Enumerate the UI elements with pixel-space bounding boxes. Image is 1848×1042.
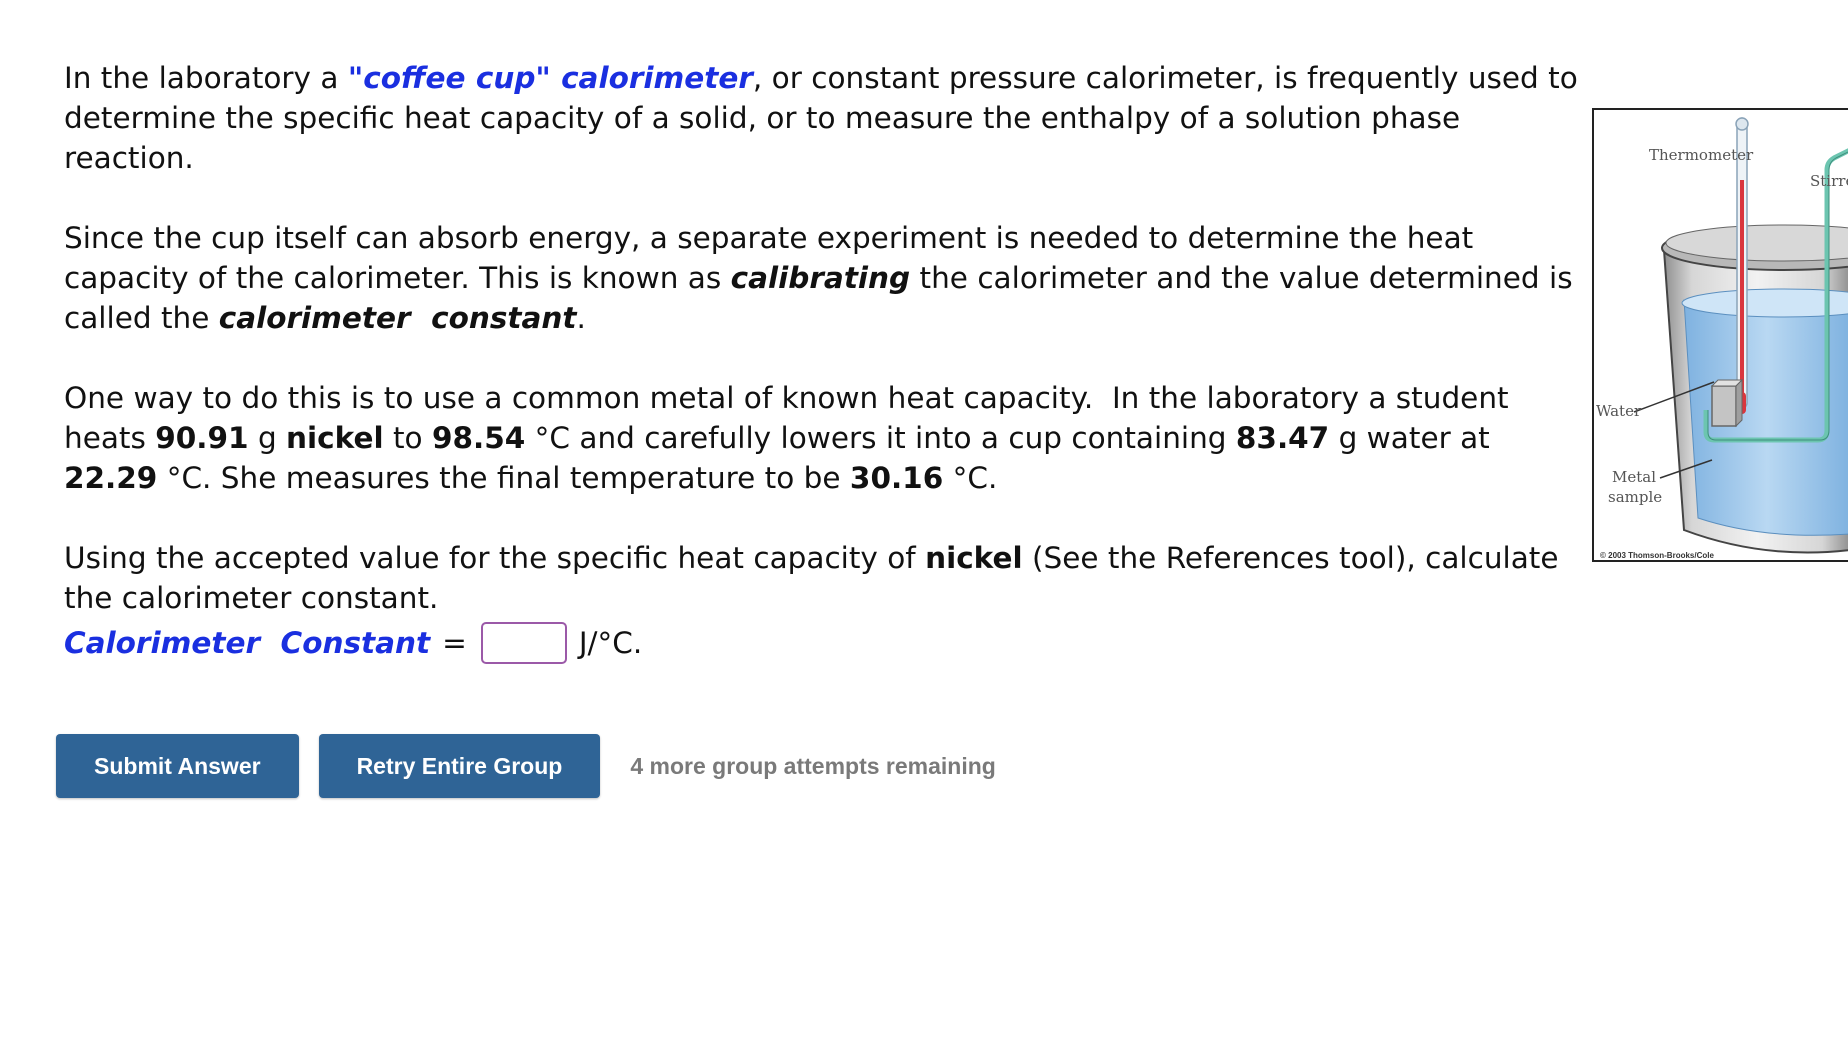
question-text-1: Using the accepted value for the specifi… — [64, 541, 926, 575]
calorimeter-figure: Thermometer Stirrer Water Metal sample ©… — [1592, 108, 1848, 562]
water-temp-value: 22.29 — [64, 461, 158, 495]
answer-row: Calorimeter Constant = J/°C. — [64, 618, 1584, 668]
action-bar: Submit Answer Retry Entire Group 4 more … — [56, 734, 996, 798]
calibration-paragraph: Since the cup itself can absorb energy, … — [64, 218, 1584, 338]
label-thermometer: Thermometer — [1649, 146, 1754, 164]
experiment-text-2: g — [248, 421, 287, 455]
thermometer-top — [1735, 117, 1749, 131]
experiment-text-4: °C and carefully lowers it into a cup co… — [525, 421, 1236, 455]
question-paragraph: Using the accepted value for the specifi… — [64, 538, 1584, 618]
intro-text-1: In the laboratory a — [64, 61, 348, 95]
intro-paragraph: In the laboratory a "coffee cup" calorim… — [64, 58, 1584, 178]
water-shape — [1683, 299, 1848, 536]
experiment-text-7: °C. — [943, 461, 998, 495]
label-sample: sample — [1608, 488, 1662, 506]
label-stirrer: Stirrer — [1810, 172, 1848, 190]
metal-name: nickel — [286, 421, 384, 455]
figure-credit: © 2003 Thomson-Brooks/Cole — [1600, 551, 1714, 560]
metal-mass-value: 90.91 — [155, 421, 249, 455]
experiment-paragraph: One way to do this is to use a common me… — [64, 378, 1584, 498]
final-temp-value: 30.16 — [849, 461, 944, 495]
metal-sample-block — [1711, 385, 1737, 427]
thermometer-fluid — [1740, 180, 1744, 400]
experiment-text-5: g water at — [1329, 421, 1490, 455]
retry-entire-group-button[interactable]: Retry Entire Group — [318, 734, 601, 798]
experiment-text-3: to — [383, 421, 432, 455]
answer-label: Calorimeter Constant — [64, 626, 431, 660]
label-water: Water — [1596, 402, 1642, 420]
experiment-text-6: °C. She measures the final temperature t… — [157, 461, 850, 495]
calorimeter-illustration: Thermometer Stirrer Water Metal sample ©… — [1596, 117, 1848, 560]
submit-answer-button[interactable]: Submit Answer — [56, 734, 299, 798]
attempts-remaining-text: 4 more group attempts remaining — [630, 752, 996, 779]
term-coffee-cup-calorimeter: "coffee cup" calorimeter — [347, 61, 753, 95]
term-calorimeter-constant: calorimeter constant — [218, 301, 577, 335]
equals-sign: = — [442, 626, 467, 660]
calibration-text-3: . — [576, 301, 586, 335]
calorimeter-constant-input[interactable] — [480, 622, 567, 664]
metal-temp-value: 98.54 — [431, 421, 526, 455]
label-metal: Metal — [1612, 468, 1656, 486]
water-mass-value: 83.47 — [1235, 421, 1330, 455]
question-content: In the laboratory a "coffee cup" calorim… — [64, 58, 1584, 668]
question-metal-name: nickel — [925, 541, 1023, 575]
metal-sample-side — [1735, 378, 1743, 428]
answer-unit: J/°C. — [578, 626, 643, 660]
term-calibrating: calibrating — [730, 261, 911, 295]
